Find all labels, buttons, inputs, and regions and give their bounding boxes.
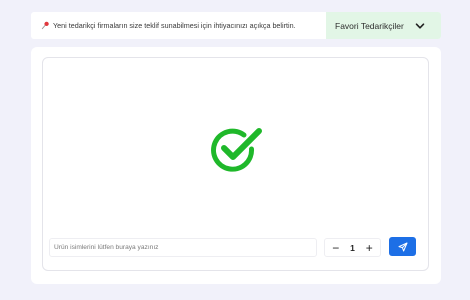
chevron-down-icon <box>415 22 425 29</box>
increment-button[interactable]: + <box>362 241 376 255</box>
notice: Yeni tedarikçi firmaların size teklif su… <box>31 12 326 39</box>
favorite-suppliers-label: Favori Tedarikçiler <box>335 20 404 31</box>
product-name-input[interactable] <box>49 238 317 257</box>
notice-bar: Yeni tedarikçi firmaların size teklif su… <box>31 12 441 39</box>
quantity-value: 1 <box>350 242 355 253</box>
favorite-suppliers-button[interactable]: Favori Tedarikçiler <box>326 12 441 39</box>
decrement-button[interactable]: − <box>329 241 343 255</box>
notice-text: Yeni tedarikçi firmaların size teklif su… <box>53 21 296 30</box>
request-card: − 1 + <box>31 47 441 284</box>
input-row: − 1 + <box>43 234 430 258</box>
check-circle-icon <box>210 124 264 172</box>
pin-icon <box>41 21 50 30</box>
send-button[interactable] <box>389 237 416 256</box>
send-icon <box>398 242 407 251</box>
quantity-stepper: − 1 + <box>324 238 381 257</box>
request-panel: − 1 + <box>42 57 429 271</box>
